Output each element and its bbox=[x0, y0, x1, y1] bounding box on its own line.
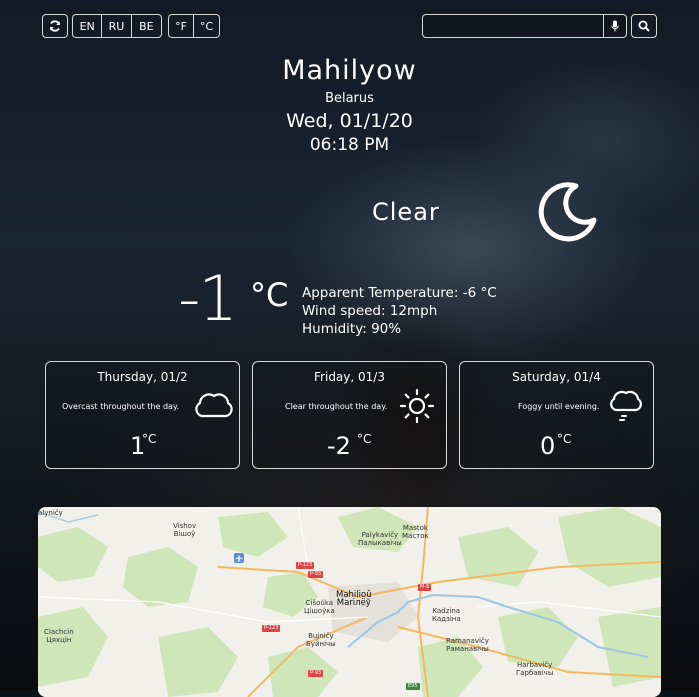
search-box bbox=[422, 14, 627, 38]
current-details: Apparent Temperature: -6 °C Wind speed: … bbox=[302, 284, 497, 338]
refresh-icon bbox=[50, 20, 60, 32]
fog-icon bbox=[610, 390, 642, 421]
forecast-unit: °C bbox=[557, 432, 572, 446]
voice-search-button[interactable] bbox=[603, 15, 626, 37]
refresh-button[interactable] bbox=[42, 14, 68, 38]
road-sign: P-123 bbox=[296, 562, 315, 569]
road-sign: M-8 bbox=[418, 584, 432, 591]
apparent-temperature: Apparent Temperature: -6 °C bbox=[302, 285, 497, 301]
microphone-icon bbox=[611, 20, 619, 32]
road-sign: P-93 bbox=[308, 571, 324, 578]
map-place-label: Harbavičy Гарбавічы bbox=[516, 661, 554, 677]
map-place-label: Ciachcin Цяхцін bbox=[44, 628, 74, 644]
forecast-day: Saturday, 01/4 bbox=[512, 370, 601, 384]
unit-switcher: °F °C bbox=[168, 14, 220, 38]
weather-summary: Clear bbox=[372, 198, 440, 226]
map-place-label: Bujničy Буйнічы bbox=[306, 632, 336, 648]
search-icon bbox=[638, 20, 650, 32]
map-place-label: Palykavičy Палыкавічы bbox=[358, 531, 402, 547]
road-sign: E95 bbox=[406, 683, 420, 690]
forecast-card: Thursday, 01/2 Overcast throughout the d… bbox=[45, 361, 240, 469]
wind-speed: Wind speed: 12mph bbox=[302, 303, 438, 319]
map-place-label: Cišoŭka Цішоўка bbox=[304, 599, 335, 615]
forecast-temperature: -2 bbox=[327, 432, 351, 460]
forecast-unit: °C bbox=[142, 432, 157, 446]
current-time: 06:18 PM bbox=[309, 135, 390, 155]
map-place-label: Mastok Масток bbox=[402, 524, 429, 540]
unit-fahrenheit-button[interactable]: °F bbox=[169, 15, 194, 37]
road-sign: P-123 bbox=[262, 625, 281, 632]
location-map[interactable]: alyničy Vishov Вішоў Palykavičy Палыкавічы… bbox=[38, 507, 661, 697]
humidity: Humidity: 90% bbox=[302, 321, 402, 337]
forecast-day: Thursday, 01/2 bbox=[97, 370, 188, 384]
map-place-label: Vishov Вішоў bbox=[173, 522, 197, 538]
cloud-icon bbox=[195, 393, 233, 418]
current-date: Wed, 01/1/20 bbox=[286, 110, 413, 132]
lang-be-button[interactable]: BE bbox=[132, 15, 161, 37]
forecast-description: Clear throughout the day. bbox=[285, 402, 388, 411]
forecast-temperature: 0 bbox=[540, 432, 556, 460]
forecast-day: Friday, 01/3 bbox=[314, 370, 385, 384]
forecast-card: Friday, 01/3 Clear throughout the day. -… bbox=[252, 361, 447, 469]
lang-ru-button[interactable]: RU bbox=[102, 15, 132, 37]
lang-en-button[interactable]: EN bbox=[73, 15, 103, 37]
current-temperature: -1 bbox=[178, 262, 238, 335]
country-name: Belarus bbox=[325, 91, 374, 106]
map-place-label: Kadzina Кадзіна bbox=[432, 607, 461, 623]
forecast-description: Overcast throughout the day. bbox=[62, 402, 180, 411]
moon-icon bbox=[538, 182, 597, 242]
map-city-label: Mahilioŭ Mariлёў bbox=[336, 590, 372, 608]
map-place-label: Ramanavičy Раманавічы bbox=[446, 637, 489, 653]
forecast-description: Foggy until evening. bbox=[518, 402, 600, 411]
forecast-unit: °C bbox=[357, 432, 372, 446]
map-place-label: alyničy bbox=[38, 509, 63, 517]
sun-icon bbox=[399, 388, 435, 424]
search-button[interactable] bbox=[631, 14, 657, 38]
unit-celsius-button[interactable]: °C bbox=[194, 15, 219, 37]
road-sign: P-93 bbox=[308, 670, 324, 677]
city-name: Mahilyow bbox=[282, 55, 417, 86]
temperature-unit: °C bbox=[250, 276, 289, 314]
search-input[interactable] bbox=[427, 17, 606, 37]
forecast-card: Saturday, 01/4 Foggy until evening. 0 °C bbox=[459, 361, 654, 469]
language-switcher: EN RU BE bbox=[72, 14, 162, 38]
airport-icon bbox=[234, 553, 244, 563]
